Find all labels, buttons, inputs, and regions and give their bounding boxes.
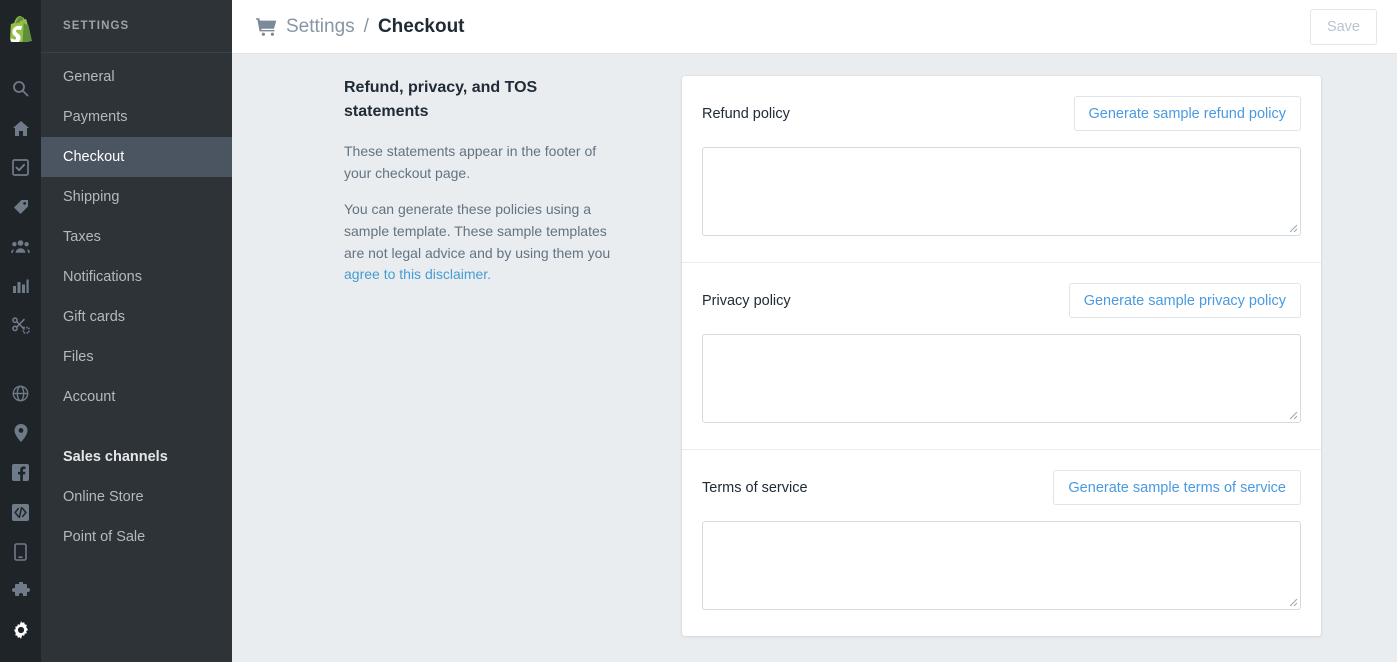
orders-checkbox-icon[interactable] [0, 148, 41, 187]
main-area: Settings / Checkout Save Refund, privacy… [232, 0, 1397, 662]
sidebar-item-shipping[interactable]: Shipping [41, 177, 232, 217]
privacy-policy-header: Privacy policy Generate sample privacy p… [702, 283, 1301, 318]
search-icon[interactable] [0, 69, 41, 108]
settings-gear-icon[interactable] [0, 611, 41, 650]
facebook-icon[interactable] [0, 453, 41, 492]
sidebar-item-notifications[interactable]: Notifications [41, 257, 232, 297]
sidebar-item-general[interactable]: General [41, 57, 232, 97]
page-title: Checkout [377, 15, 465, 37]
sidebar-item-checkout[interactable]: Checkout [41, 137, 232, 177]
terms-of-service-header: Terms of service Generate sample terms o… [702, 470, 1301, 505]
terms-of-service-label: Terms of service [702, 479, 808, 496]
generate-sample-privacy-policy-button[interactable]: Generate sample privacy policy [1068, 283, 1301, 318]
description-paragraph-1: These statements appear in the footer of… [344, 142, 597, 181]
sidebar-item-gift-cards[interactable]: Gift cards [41, 297, 232, 337]
generate-sample-refund-policy-button[interactable]: Generate sample refund policy [1073, 96, 1301, 131]
description-column: Refund, privacy, and TOS statements Thes… [232, 76, 682, 662]
top-bar: Settings / Checkout Save [232, 0, 1397, 54]
top-bar-actions: Save [1309, 8, 1377, 45]
privacy-policy-label: Privacy policy [702, 292, 791, 309]
sidebar-item-taxes[interactable]: Taxes [41, 217, 232, 257]
icon-rail [0, 0, 41, 662]
online-store-globe-icon[interactable] [0, 374, 41, 413]
shopify-logo[interactable] [0, 6, 41, 51]
sidebar-item-files[interactable]: Files [41, 337, 232, 377]
terms-of-service-textarea[interactable] [702, 521, 1301, 610]
breadcrumb-separator: / [363, 15, 369, 37]
settings-sidebar: SETTINGS General Payments Checkout Shipp… [41, 0, 232, 662]
products-tag-icon[interactable] [0, 187, 41, 226]
refund-policy-textarea[interactable] [702, 147, 1301, 236]
refund-policy-section: Refund policy Generate sample refund pol… [682, 76, 1321, 262]
sidebar-group-sales-channels: Sales channels [63, 449, 168, 465]
settings-content: Refund, privacy, and TOS statements Thes… [232, 54, 1397, 662]
save-button[interactable]: Save [1309, 8, 1377, 45]
generate-sample-terms-of-service-button[interactable]: Generate sample terms of service [1053, 470, 1301, 505]
sidebar-item-point-of-sale[interactable]: Point of Sale [41, 517, 232, 557]
card-column: Refund policy Generate sample refund pol… [682, 76, 1397, 662]
sidebar-header: SETTINGS [41, 0, 232, 53]
app-root: SETTINGS General Payments Checkout Shipp… [0, 0, 1397, 662]
analytics-bar-chart-icon[interactable] [0, 266, 41, 305]
refund-policy-field [702, 147, 1301, 236]
shopping-cart-icon [256, 17, 277, 36]
description-paragraph-2-text: You can generate these policies using a … [344, 200, 611, 261]
location-pin-icon[interactable] [0, 414, 41, 453]
code-icon[interactable] [0, 492, 41, 531]
mobile-point-of-sale-icon[interactable] [0, 532, 41, 571]
terms-of-service-field [702, 521, 1301, 610]
refund-policy-header: Refund policy Generate sample refund pol… [702, 96, 1301, 131]
sidebar-nav-list: General Payments Checkout Shipping Taxes… [41, 53, 232, 557]
breadcrumb-settings-link[interactable]: Settings [286, 16, 355, 38]
description-paragraph-2: You can generate these policies using a … [344, 199, 622, 287]
disclaimer-link[interactable]: agree to this disclaimer. [344, 266, 491, 282]
home-icon[interactable] [0, 108, 41, 147]
refund-policy-label: Refund policy [702, 105, 790, 122]
section-heading: Refund, privacy, and TOS statements [344, 79, 538, 121]
sidebar-item-payments[interactable]: Payments [41, 97, 232, 137]
policies-card: Refund policy Generate sample refund pol… [682, 76, 1321, 636]
sidebar-item-online-store[interactable]: Online Store [41, 477, 232, 517]
breadcrumb: Settings / Checkout [256, 16, 465, 38]
customers-icon[interactable] [0, 227, 41, 266]
privacy-policy-section: Privacy policy Generate sample privacy p… [682, 262, 1321, 449]
terms-of-service-section: Terms of service Generate sample terms o… [682, 449, 1321, 636]
privacy-policy-textarea[interactable] [702, 334, 1301, 423]
discounts-scissors-icon[interactable] [0, 305, 41, 344]
apps-puzzle-icon[interactable] [0, 571, 41, 610]
privacy-policy-field [702, 334, 1301, 423]
sidebar-item-account[interactable]: Account [41, 377, 232, 417]
